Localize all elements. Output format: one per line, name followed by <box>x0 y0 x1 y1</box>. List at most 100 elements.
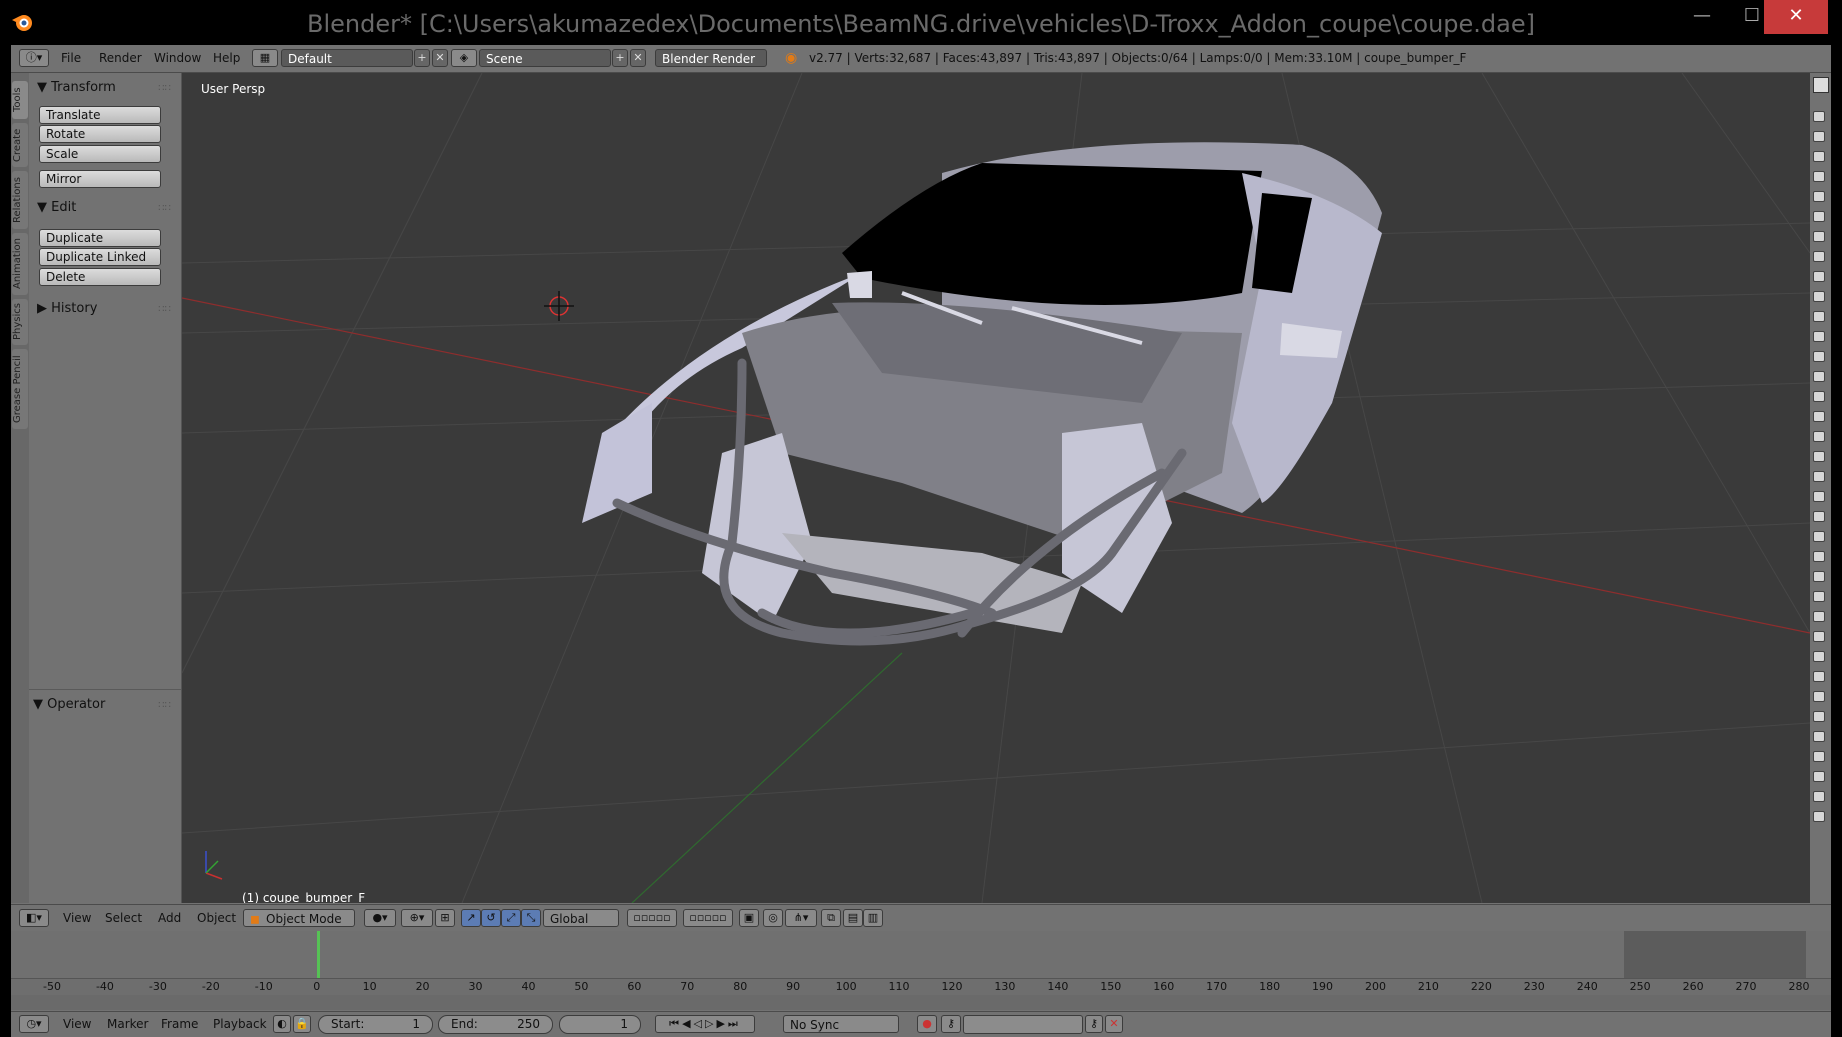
end-frame-field[interactable]: End: 250 <box>438 1015 553 1034</box>
screen-layout-select[interactable]: Default <box>281 49 413 67</box>
layer-visibility-icon[interactable] <box>1813 611 1825 622</box>
scene-icon[interactable]: ◈ <box>451 49 477 67</box>
menu-frame[interactable]: Frame <box>161 1017 198 1031</box>
transform-orientation-select[interactable]: Global <box>543 909 619 927</box>
manipulator-toggle-icon[interactable]: ⊞ <box>435 909 455 927</box>
remove-screen-icon[interactable]: ✕ <box>432 49 448 67</box>
layer-visibility-icon[interactable] <box>1813 791 1825 802</box>
minimize-button[interactable]: — <box>1677 0 1727 34</box>
tab-tools[interactable]: Tools <box>12 81 28 119</box>
keying-set-field[interactable] <box>963 1015 1083 1034</box>
layer-visibility-icon[interactable] <box>1813 431 1825 442</box>
layer-visibility-icon[interactable] <box>1813 531 1825 542</box>
rotate-manipulator-icon[interactable]: ↺ <box>481 909 501 927</box>
keying-set-icon[interactable]: ⚷ <box>941 1015 961 1033</box>
snap-element-icon[interactable]: ⋔▾ <box>785 909 817 927</box>
delete-button[interactable]: Delete <box>39 268 161 286</box>
outliner-editor-icon[interactable] <box>1813 77 1829 93</box>
tab-physics[interactable]: Physics <box>12 299 28 345</box>
add-screen-icon[interactable]: + <box>414 49 430 67</box>
timeline-editor[interactable]: -50 -40 -30 -20 -10 0 10 20 30 40 50 60 70 80 90 100 110… <box>11 931 1831 1010</box>
render-preview-icon[interactable]: ▤ <box>843 909 863 927</box>
layer-visibility-icon[interactable] <box>1813 411 1825 422</box>
rotate-button[interactable]: Rotate <box>39 125 161 143</box>
editor-type-timeline-icon[interactable]: ◷▾ <box>19 1015 49 1033</box>
lock-time-cursor-icon[interactable]: 🔒 <box>293 1015 311 1033</box>
edit-panel-header[interactable]: ▼ Edit <box>37 200 76 215</box>
current-frame-marker[interactable] <box>317 931 320 978</box>
preview-range-icon[interactable]: ◐ <box>273 1015 291 1033</box>
layer-visibility-icon[interactable] <box>1813 471 1825 482</box>
menu-timeline-view[interactable]: View <box>63 1017 91 1031</box>
snap-toggle-icon[interactable]: ⧉ <box>821 909 841 927</box>
timeline-ruler[interactable]: -50 -40 -30 -20 -10 0 10 20 30 40 50 60 70 80 90 100 110… <box>11 978 1831 995</box>
layer-visibility-icon[interactable] <box>1813 451 1825 462</box>
layer-visibility-icon[interactable] <box>1813 711 1825 722</box>
insert-keyframe-icon[interactable]: ⚷ <box>1085 1015 1103 1033</box>
delete-keyframe-icon[interactable]: ✕ <box>1105 1015 1123 1033</box>
pivot-point-icon[interactable]: ⊕▾ <box>401 909 433 927</box>
menu-help[interactable]: Help <box>213 51 240 65</box>
timeline-track[interactable] <box>11 931 1831 978</box>
layer-visibility-icon[interactable] <box>1813 591 1825 602</box>
menu-file[interactable]: File <box>61 51 81 65</box>
layer-visibility-icon[interactable] <box>1813 571 1825 582</box>
viewport-shading-icon[interactable]: ●▾ <box>364 909 396 927</box>
history-panel-header[interactable]: ▶ History <box>37 301 97 316</box>
mirror-button[interactable]: Mirror <box>39 170 161 188</box>
3d-cursor-icon[interactable] <box>544 291 574 321</box>
menu-render[interactable]: Render <box>99 51 142 65</box>
layer-visibility-icon[interactable] <box>1813 251 1825 262</box>
layer-visibility-icon[interactable] <box>1813 651 1825 662</box>
menu-playback[interactable]: Playback <box>213 1017 267 1031</box>
panel-grip-icon[interactable]: ∷∷ <box>158 203 171 214</box>
layer-visibility-icon[interactable] <box>1813 371 1825 382</box>
car-model[interactable] <box>582 142 1382 646</box>
start-frame-field[interactable]: Start: 1 <box>318 1015 433 1034</box>
menu-select[interactable]: Select <box>105 911 142 925</box>
lock-layers-icon[interactable]: ▣ <box>739 909 759 927</box>
menu-object[interactable]: Object <box>197 911 236 925</box>
sync-mode-select[interactable]: No Sync <box>783 1015 899 1033</box>
panel-grip-icon[interactable]: ∷∷ <box>158 304 171 315</box>
scene-select[interactable]: Scene <box>479 49 611 67</box>
layer-visibility-icon[interactable] <box>1813 311 1825 322</box>
layer-visibility-icon[interactable] <box>1813 691 1825 702</box>
playback-controls[interactable]: ⏮◀◁▷▶⏭ <box>655 1015 755 1033</box>
scale-manipulator-icon[interactable]: ⤢ <box>501 909 521 927</box>
layer-visibility-icon[interactable] <box>1813 271 1825 282</box>
menu-marker[interactable]: Marker <box>107 1017 148 1031</box>
panel-grip-icon[interactable]: ∷∷ <box>158 700 171 711</box>
link-manipulator-icon[interactable]: ⤡ <box>521 909 541 927</box>
layer-visibility-icon[interactable] <box>1813 351 1825 362</box>
duplicate-linked-button[interactable]: Duplicate Linked <box>39 248 161 266</box>
layer-visibility-icon[interactable] <box>1813 291 1825 302</box>
layer-visibility-icon[interactable] <box>1813 671 1825 682</box>
tab-animation[interactable]: Animation <box>12 233 28 295</box>
layer-visibility-icon[interactable] <box>1813 771 1825 782</box>
layer-visibility-icon[interactable] <box>1813 491 1825 502</box>
proportional-edit-icon[interactable]: ◎ <box>763 909 783 927</box>
layer-visibility-icon[interactable] <box>1813 111 1825 122</box>
layer-buttons-group-1[interactable]: ▫▫▫▫▫ <box>627 909 677 927</box>
layer-visibility-icon[interactable] <box>1813 171 1825 182</box>
menu-window[interactable]: Window <box>154 51 201 65</box>
translate-button[interactable]: Translate <box>39 106 161 124</box>
layer-visibility-icon[interactable] <box>1813 751 1825 762</box>
menu-add[interactable]: Add <box>158 911 181 925</box>
record-icon[interactable]: ● <box>917 1015 937 1033</box>
layer-buttons-group-2[interactable]: ▫▫▫▫▫ <box>683 909 733 927</box>
add-scene-icon[interactable]: + <box>612 49 628 67</box>
current-frame-field[interactable]: 1 <box>559 1015 641 1034</box>
layer-visibility-icon[interactable] <box>1813 231 1825 242</box>
tab-grease-pencil[interactable]: Grease Pencil <box>12 349 28 429</box>
layer-visibility-icon[interactable] <box>1813 811 1825 822</box>
tab-create[interactable]: Create <box>12 123 28 167</box>
tab-relations[interactable]: Relations <box>12 171 28 229</box>
opengl-render-icon[interactable]: ▥ <box>863 909 883 927</box>
layer-visibility-icon[interactable] <box>1813 331 1825 342</box>
render-engine-select[interactable]: Blender Render <box>655 49 767 67</box>
layer-visibility-icon[interactable] <box>1813 551 1825 562</box>
translate-manipulator-icon[interactable]: ↗ <box>461 909 481 927</box>
scale-button[interactable]: Scale <box>39 145 161 163</box>
